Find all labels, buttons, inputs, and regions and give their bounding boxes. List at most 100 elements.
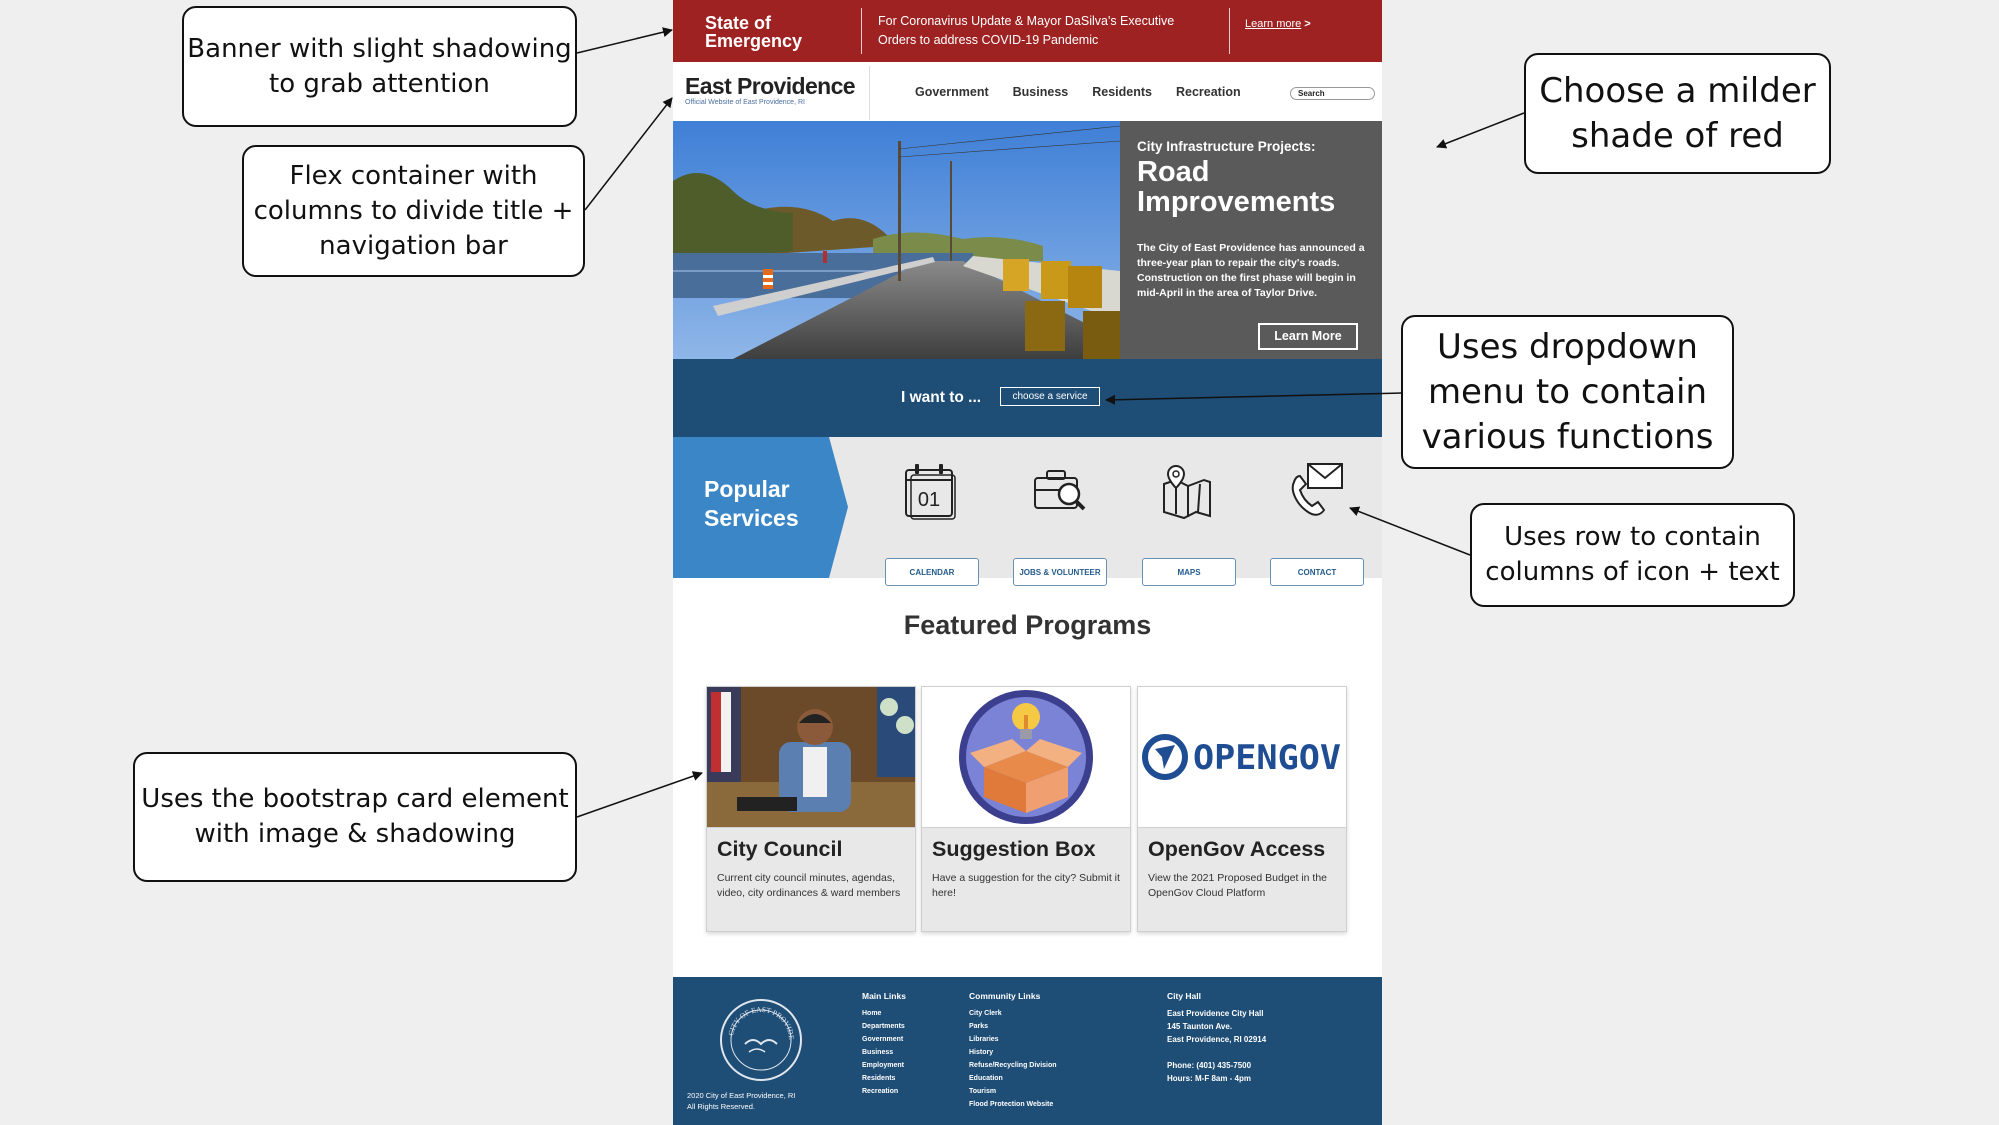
opengov-logo-image: OPENGOV	[1138, 687, 1346, 828]
card-opengov[interactable]: OPENGOV OpenGov Access View the 2021 Pro…	[1137, 686, 1347, 932]
footer-link-refuse[interactable]: Refuse/Recycling Division	[969, 1059, 1057, 1072]
note-line: with image & shadowing	[194, 819, 516, 849]
footer-city-hall-title: City Hall	[1167, 991, 1202, 1001]
hero-body: The City of East Providence has announce…	[1137, 242, 1365, 299]
city-hall-phone: Phone: (401) 435-7500	[1167, 1061, 1252, 1070]
city-seal-logo: CITY OF EAST PROVIDENCE	[719, 998, 802, 1081]
footer-link-flood-protection[interactable]: Flood Protection Website	[969, 1098, 1057, 1111]
card-suggestion-box[interactable]: Suggestion Box Have a suggestion for the…	[921, 686, 1131, 932]
banner-title: State of Emergency	[705, 13, 803, 51]
contact-button[interactable]: CONTACT	[1270, 558, 1364, 586]
arrow	[576, 27, 673, 54]
logo-title: East Providence	[685, 73, 856, 99]
site-footer: CITY OF EAST PROVIDENCE 2020 City of Eas…	[673, 977, 1382, 1125]
footer-link-residents[interactable]: Residents	[862, 1072, 906, 1085]
site-header: East Providence Official Website of East…	[673, 62, 1382, 120]
popular-services-title: Popular Services	[704, 476, 799, 531]
footer-link-government[interactable]: Government	[862, 1033, 906, 1046]
city-hall-line	[1167, 1046, 1266, 1059]
banner-link-label: Learn more	[1245, 18, 1302, 30]
copyright-line: 2020 City of East Providence, RI	[687, 1091, 796, 1100]
footer-link-libraries[interactable]: Libraries	[969, 1033, 1057, 1046]
calendar-button[interactable]: CALENDAR	[885, 558, 979, 586]
card-description: View the 2021 Proposed Budget in the Ope…	[1148, 872, 1328, 899]
city-hall-hours: Hours: M-F 8am - 4pm	[1167, 1074, 1252, 1083]
card-title: City Council	[717, 837, 843, 861]
card-title: Suggestion Box	[932, 837, 1096, 861]
hero-section: City Infrastructure Projects: Road Impro…	[673, 121, 1382, 359]
note-line: columns to divide title +	[253, 195, 574, 226]
card-description: Current city council minutes, agendas, v…	[717, 872, 901, 899]
hero-headline: Road Improvements	[1137, 156, 1336, 218]
emergency-banner: State of Emergency For Coronavirus Updat…	[673, 0, 1382, 62]
i-want-to-label: I want to ...	[901, 389, 982, 406]
site-logo[interactable]: East Providence Official Website of East…	[685, 73, 856, 106]
footer-link-business[interactable]: Business	[862, 1046, 906, 1059]
note-line: navigation bar	[319, 230, 508, 261]
jobs-volunteer-button[interactable]: JOBS & VOLUNTEER	[1013, 558, 1107, 586]
footer-link-employment[interactable]: Employment	[862, 1059, 906, 1072]
note-line: Uses row to contain	[1504, 522, 1761, 552]
banner-learn-more-link[interactable]: Learn more >	[1245, 18, 1311, 30]
hero-learn-more-button[interactable]: Learn More	[1258, 323, 1358, 350]
popular-services: Popular Services 01 CALENDAR JOBS & VOLU…	[673, 437, 1382, 586]
calendar-icon: 01	[905, 464, 956, 520]
city-hall-line: East Providence, RI 02914	[1167, 1035, 1267, 1044]
note-line: shade of red	[1571, 115, 1784, 156]
nav-item-government[interactable]: Government	[915, 85, 989, 99]
city-hall-line: 145 Taunton Ave.	[1167, 1022, 1233, 1031]
phone-envelope-icon	[1291, 463, 1343, 516]
note-row-columns: Uses row to contain columns of icon + tex…	[1470, 503, 1795, 607]
city-hall-line: East Providence City Hall	[1167, 1009, 1264, 1018]
nav-item-residents[interactable]: Residents	[1092, 85, 1152, 99]
city-council-photo	[707, 687, 915, 828]
note-banner: Banner with slight shadowing to grab atte…	[182, 6, 577, 127]
main-nav: Government Business Residents Recreation	[915, 85, 1265, 99]
note-flex-container: Flex container with columns to divide tit…	[242, 145, 585, 277]
footer-link-education[interactable]: Education	[969, 1072, 1057, 1085]
banner-message: For Coronavirus Update & Mayor DaSilva's…	[878, 14, 1175, 47]
i-want-to-bar: I want to ... choose a service	[673, 359, 1382, 437]
header-divider	[869, 66, 870, 120]
footer-link-home[interactable]: Home	[862, 1007, 906, 1020]
hero-kicker: City Infrastructure Projects:	[1137, 139, 1316, 154]
footer-link-departments[interactable]: Departments	[862, 1020, 906, 1033]
copyright-line: All Rights Reserved.	[687, 1102, 755, 1111]
note-dropdown: Uses dropdown menu to contain various func…	[1401, 315, 1734, 469]
footer-community-links-title: Community Links	[969, 991, 1041, 1001]
website-mockup: State of Emergency For Coronavirus Updat…	[673, 0, 1382, 1125]
footer-link-parks[interactable]: Parks	[969, 1020, 1057, 1033]
note-line: various functions	[1421, 416, 1714, 457]
footer-city-hall: City Hall East Providence City Hall 145 …	[1167, 991, 1266, 1085]
footer-link-tourism[interactable]: Tourism	[969, 1085, 1057, 1098]
road-photo	[673, 121, 1120, 359]
maps-button[interactable]: MAPS	[1142, 558, 1236, 586]
banner-divider	[861, 8, 862, 54]
note-bootstrap-card: Uses the bootstrap card element with imag…	[133, 752, 577, 882]
suggestion-box-image	[922, 687, 1130, 828]
nav-item-recreation[interactable]: Recreation	[1176, 85, 1241, 99]
banner-divider	[1229, 8, 1230, 54]
service-dropdown[interactable]: choose a service	[1000, 387, 1100, 406]
footer-link-city-clerk[interactable]: City Clerk	[969, 1007, 1057, 1020]
note-line: to grab attention	[269, 68, 490, 99]
note-line: Flex container with	[289, 160, 538, 191]
nav-item-business[interactable]: Business	[1013, 85, 1069, 99]
map-icon	[1163, 464, 1211, 520]
card-description: Have a suggestion for the city? Submit i…	[932, 872, 1120, 899]
logo-subtitle: Official Website of East Providence, RI	[685, 99, 805, 106]
search-input[interactable]: Search	[1290, 87, 1375, 100]
footer-main-links: Main Links Home Departments Government B…	[862, 991, 906, 1098]
footer-link-recreation[interactable]: Recreation	[862, 1085, 906, 1098]
card-city-council[interactable]: City Council Current city council minute…	[706, 686, 916, 932]
arrow	[584, 97, 673, 211]
calendar-day: 01	[918, 489, 940, 511]
featured-programs-heading: Featured Programs	[903, 610, 1152, 640]
svg-text:OPENGOV: OPENGOV	[1193, 738, 1341, 778]
footer-link-history[interactable]: History	[969, 1046, 1057, 1059]
card-title: OpenGov Access	[1148, 837, 1326, 861]
note-line: columns of icon + text	[1485, 557, 1780, 587]
footer-main-links-title: Main Links	[862, 991, 906, 1001]
note-line: Choose a milder	[1539, 70, 1816, 111]
note-line: Uses the bootstrap card element	[141, 784, 569, 814]
